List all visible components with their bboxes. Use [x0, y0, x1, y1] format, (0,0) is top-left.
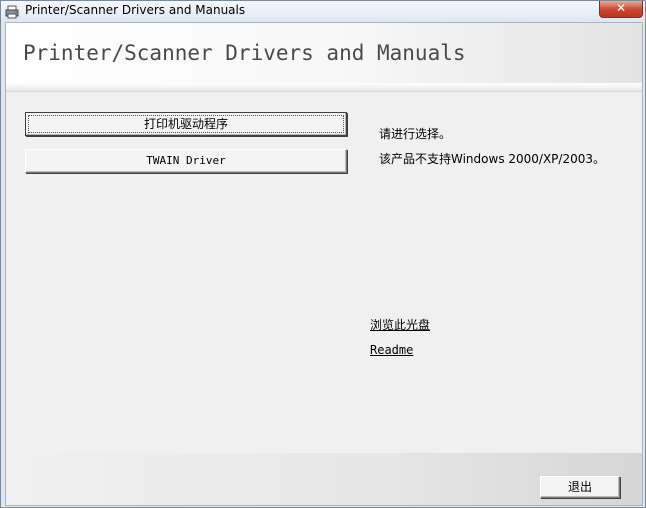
browse-disc-link[interactable]: 浏览此光盘: [370, 316, 430, 333]
title-bar[interactable]: Printer/Scanner Drivers and Manuals ✕: [1, 1, 645, 21]
application-window: Printer/Scanner Drivers and Manuals ✕ Pr…: [0, 0, 646, 508]
close-icon: ✕: [615, 1, 627, 15]
twain-driver-button[interactable]: TWAIN Driver: [25, 149, 347, 173]
header-banner: Printer/Scanner Drivers and Manuals: [6, 23, 642, 83]
client-area: Printer/Scanner Drivers and Manuals 打印机驱…: [5, 22, 643, 506]
readme-link[interactable]: Readme: [370, 343, 413, 357]
exit-button-label: 退出: [567, 480, 592, 494]
printer-driver-button[interactable]: 打印机驱动程序: [25, 112, 347, 136]
twain-driver-button-label: TWAIN Driver: [146, 154, 226, 167]
window-title: Printer/Scanner Drivers and Manuals: [25, 3, 246, 17]
header-divider: [6, 83, 642, 92]
printer-icon: [5, 4, 19, 19]
selection-prompt: 请进行选择。: [379, 127, 452, 141]
printer-driver-button-label: 打印机驱动程序: [143, 117, 228, 131]
page-title: Printer/Scanner Drivers and Manuals: [23, 41, 466, 65]
exit-button[interactable]: 退出: [540, 476, 620, 498]
os-support-notice: 该产品不支持Windows 2000/XP/2003。: [379, 152, 606, 166]
close-button[interactable]: ✕: [599, 1, 643, 18]
